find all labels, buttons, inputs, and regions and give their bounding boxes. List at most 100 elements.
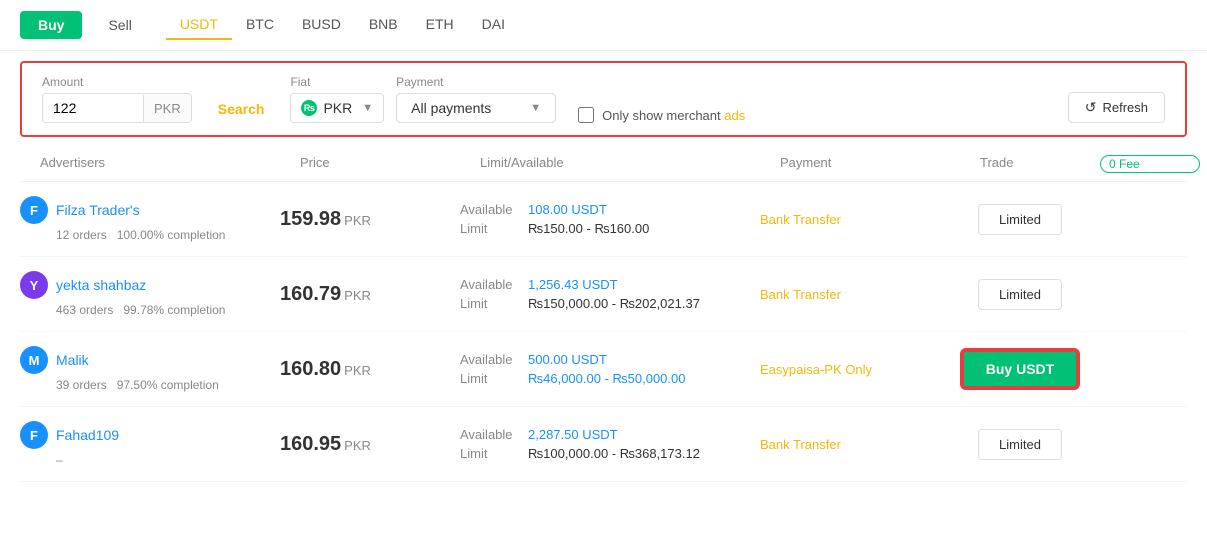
price-value: 160.80 <box>280 358 341 380</box>
table-rows: F Filza Trader's 12 orders 100.00% compl… <box>20 182 1187 482</box>
table-row: F Fahad109 – 160.95PKR Available 2,287.5… <box>20 407 1187 482</box>
merchant-wrap: Only show merchant ads <box>578 107 745 123</box>
currency-tab-eth[interactable]: ETH <box>412 10 468 40</box>
advertiser-orders: – <box>20 453 280 467</box>
merchant-checkbox[interactable] <box>578 107 594 123</box>
order-count: 12 orders <box>56 228 107 242</box>
header-payment: Payment <box>780 155 980 173</box>
fiat-chevron-icon: ▼ <box>362 102 373 114</box>
advertiser-col: F Filza Trader's 12 orders 100.00% compl… <box>20 196 280 242</box>
payment-chevron-icon: ▼ <box>530 102 541 114</box>
fiat-label: Fiat <box>290 75 384 89</box>
advertiser-name[interactable]: Filza Trader's <box>56 202 140 218</box>
header-limit-available: Limit/Available <box>480 155 780 173</box>
price-value: 160.79 <box>280 283 341 305</box>
avatar: Y <box>20 271 48 299</box>
limit-col: Available 108.00 USDT Limit ₨150.00 - ₨1… <box>460 202 760 236</box>
available-row: Available 1,256.43 USDT <box>460 277 760 292</box>
available-value: 108.00 USDT <box>528 202 607 217</box>
refresh-button[interactable]: ↺ Refresh <box>1068 92 1165 123</box>
available-row: Available 500.00 USDT <box>460 352 760 367</box>
advertiser-col: F Fahad109 – <box>20 421 280 467</box>
advertiser-name[interactable]: yekta shahbaz <box>56 277 146 293</box>
limit-row: Limit ₨100,000.00 - ₨368,173.12 <box>460 446 760 461</box>
price-value: 160.95 <box>280 433 341 455</box>
payment-method: Easypaisa-PK Only <box>760 362 872 377</box>
fiat-value: PKR <box>323 100 352 116</box>
available-label: Available <box>460 277 520 292</box>
currency-tab-busd[interactable]: BUSD <box>288 10 355 40</box>
advertiser-orders: 12 orders 100.00% completion <box>20 228 280 242</box>
price-currency: PKR <box>344 363 371 378</box>
price-col: 160.80PKR <box>280 358 460 381</box>
payment-col: Easypaisa-PK Only <box>760 362 960 377</box>
buy-tab-button[interactable]: Buy <box>20 11 82 39</box>
price-currency: PKR <box>344 288 371 303</box>
advertiser-name-row: F Fahad109 <box>20 421 280 449</box>
amount-label: Amount <box>42 75 192 89</box>
trade-col[interactable]: Buy USDT <box>960 350 1080 388</box>
payment-method: Bank Transfer <box>760 212 841 227</box>
limited-button[interactable]: Limited <box>978 279 1062 310</box>
search-button[interactable]: Search <box>204 95 279 123</box>
advertiser-name[interactable]: Fahad109 <box>56 427 119 443</box>
merchant-ads-link[interactable]: ads <box>724 108 745 123</box>
limit-value: ₨150,000.00 - ₨202,021.37 <box>528 296 700 311</box>
currency-tab-btc[interactable]: BTC <box>232 10 288 40</box>
advertiser-name-row: F Filza Trader's <box>20 196 280 224</box>
available-label: Available <box>460 202 520 217</box>
price-col: 159.98PKR <box>280 208 460 231</box>
limit-label: Limit <box>460 446 520 461</box>
limit-label: Limit <box>460 371 520 386</box>
price-currency: PKR <box>344 438 371 453</box>
advertiser-orders: 39 orders 97.50% completion <box>20 378 280 392</box>
limited-button[interactable]: Limited <box>978 429 1062 460</box>
header-trade: Trade <box>980 155 1100 173</box>
available-label: Available <box>460 427 520 442</box>
currency-tabs: USDTBTCBUSDBNBETHDAI <box>166 10 519 40</box>
sell-tab-button[interactable]: Sell <box>90 11 149 39</box>
payment-col: Bank Transfer <box>760 287 960 302</box>
fiat-select[interactable]: ₨ PKR ▼ <box>290 93 384 123</box>
table-row: Y yekta shahbaz 463 orders 99.78% comple… <box>20 257 1187 332</box>
price-col: 160.79PKR <box>280 283 460 306</box>
amount-input[interactable] <box>43 94 143 122</box>
payment-group: Payment All payments ▼ <box>396 75 556 123</box>
currency-tab-bnb[interactable]: BNB <box>355 10 412 40</box>
advertiser-orders: 463 orders 99.78% completion <box>20 303 280 317</box>
limit-value: ₨150.00 - ₨160.00 <box>528 221 649 236</box>
trade-col[interactable]: Limited <box>960 204 1080 235</box>
buy-usdt-button[interactable]: Buy USDT <box>962 350 1078 388</box>
currency-tab-usdt[interactable]: USDT <box>166 10 232 40</box>
avatar: M <box>20 346 48 374</box>
price-currency: PKR <box>344 213 371 228</box>
trade-col[interactable]: Limited <box>960 279 1080 310</box>
payment-method: Bank Transfer <box>760 287 841 302</box>
limit-col: Available 500.00 USDT Limit ₨46,000.00 -… <box>460 352 760 386</box>
refresh-icon: ↺ <box>1085 99 1097 116</box>
limited-button[interactable]: Limited <box>978 204 1062 235</box>
advertiser-name[interactable]: Malik <box>56 352 89 368</box>
limit-col: Available 2,287.50 USDT Limit ₨100,000.0… <box>460 427 760 461</box>
limit-col: Available 1,256.43 USDT Limit ₨150,000.0… <box>460 277 760 311</box>
price-value: 159.98 <box>280 208 341 230</box>
trade-col[interactable]: Limited <box>960 429 1080 460</box>
avatar: F <box>20 421 48 449</box>
limit-label: Limit <box>460 221 520 236</box>
payment-label: Payment <box>396 75 556 89</box>
order-count: – <box>56 453 63 467</box>
payment-col: Bank Transfer <box>760 437 960 452</box>
order-completion: 99.78% completion <box>117 303 226 317</box>
amount-currency: PKR <box>143 95 191 122</box>
avatar: F <box>20 196 48 224</box>
order-count: 463 orders <box>56 303 113 317</box>
payment-select[interactable]: All payments ▼ <box>396 93 556 123</box>
available-row: Available 108.00 USDT <box>460 202 760 217</box>
merchant-text: Only show merchant ads <box>602 108 745 123</box>
header-price: Price <box>300 155 480 173</box>
advertiser-col: M Malik 39 orders 97.50% completion <box>20 346 280 392</box>
order-completion: 100.00% completion <box>110 228 225 242</box>
available-value: 2,287.50 USDT <box>528 427 618 442</box>
currency-tab-dai[interactable]: DAI <box>468 10 519 40</box>
header-fee: 0 Fee <box>1100 155 1200 173</box>
